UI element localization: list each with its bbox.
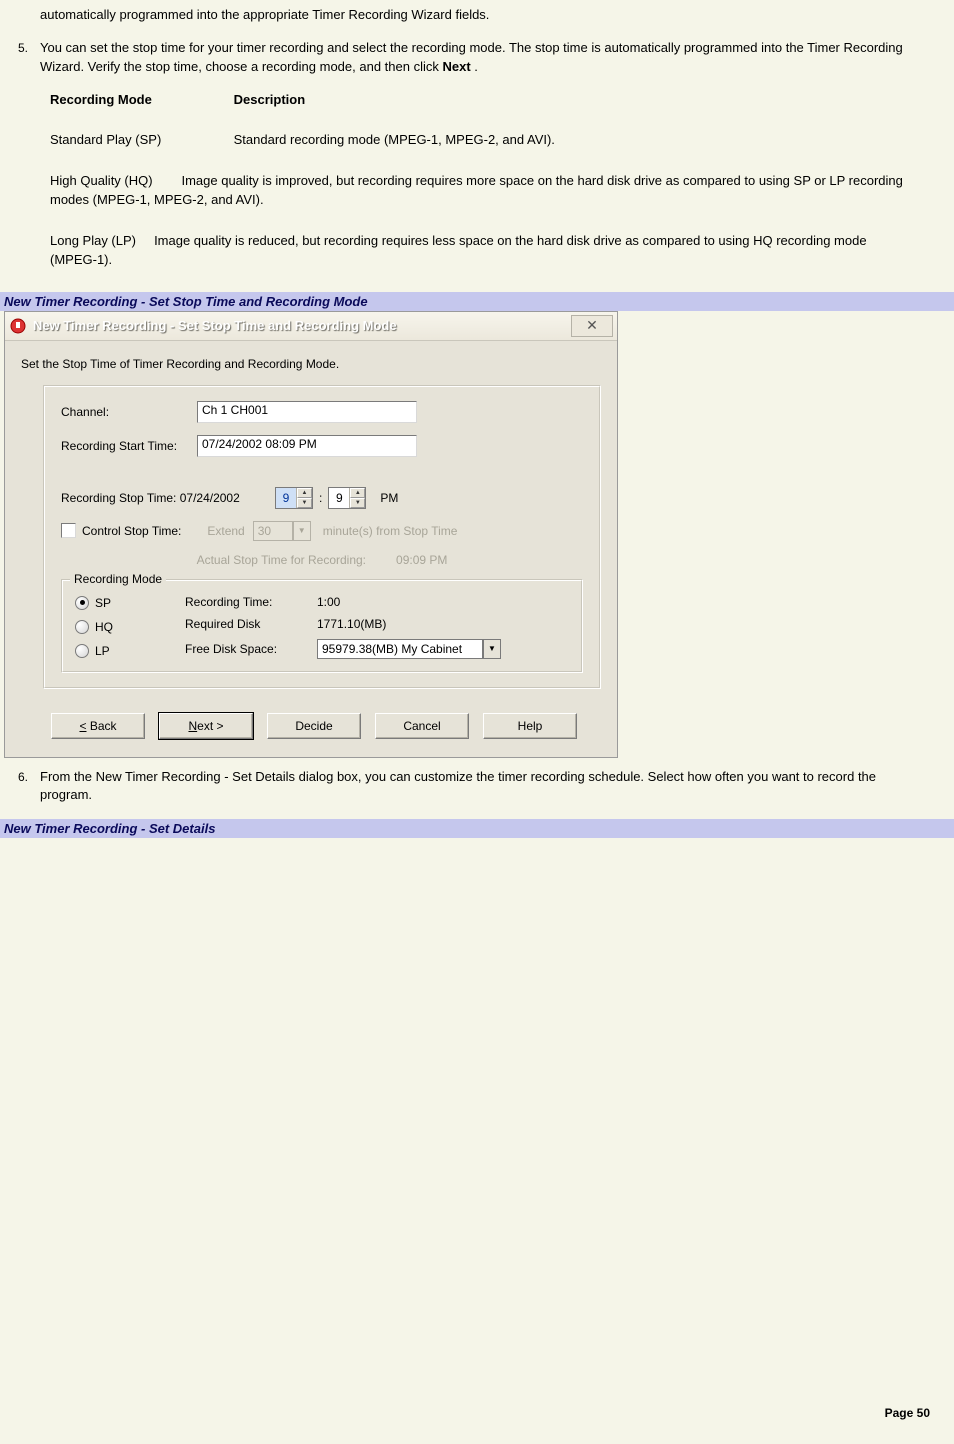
dialog-new-timer-recording: New Timer Recording - Set Stop Time and … xyxy=(4,311,618,758)
step5-text: You can set the stop time for your timer… xyxy=(40,40,903,74)
stop-minute-spinner[interactable]: 9 ▲ ▼ xyxy=(328,487,366,509)
recording-mode-table: Recording Mode Description Standard Play… xyxy=(50,91,904,270)
start-time-label: Recording Start Time: xyxy=(61,439,197,453)
td-hq-name: High Quality (HQ) xyxy=(50,173,153,188)
chevron-down-icon[interactable]: ▼ xyxy=(483,639,501,659)
td-sp-desc: Standard recording mode (MPEG-1, MPEG-2,… xyxy=(234,132,555,147)
chevron-down-icon: ▼ xyxy=(293,521,311,541)
channel-field[interactable]: Ch 1 CH001 xyxy=(197,401,417,423)
spin-down-icon[interactable]: ▼ xyxy=(350,498,365,508)
app-icon xyxy=(9,317,27,335)
close-button[interactable]: ✕ xyxy=(571,315,613,337)
back-button[interactable]: < Back xyxy=(51,713,145,739)
decide-button[interactable]: Decide xyxy=(267,713,361,739)
td-lp-name: Long Play (LP) xyxy=(50,233,136,248)
list-marker-5: 5. xyxy=(18,40,28,57)
radio-sp[interactable]: SP xyxy=(75,596,185,610)
stop-hour-spinner[interactable]: 9 ▲ ▼ xyxy=(275,487,313,509)
radio-lp[interactable]: LP xyxy=(75,644,185,658)
channel-label: Channel: xyxy=(61,405,197,419)
th-mode: Recording Mode xyxy=(50,91,230,110)
start-time-field[interactable]: 07/24/2002 08:09 PM xyxy=(197,435,417,457)
td-lp-desc: Image quality is reduced, but recording … xyxy=(50,233,867,267)
cancel-button[interactable]: Cancel xyxy=(375,713,469,739)
spin-up-icon[interactable]: ▲ xyxy=(350,488,365,498)
group-title: Recording Mode xyxy=(70,572,166,586)
next-button[interactable]: Next > xyxy=(159,713,253,739)
figure-caption-stop-time: New Timer Recording - Set Stop Time and … xyxy=(0,292,954,311)
recording-time-label: Recording Time: xyxy=(185,595,317,609)
control-stop-time-checkbox[interactable] xyxy=(61,523,76,538)
fragment-prev-step-cont: automatically programmed into the approp… xyxy=(40,6,914,25)
help-button[interactable]: Help xyxy=(483,713,577,739)
control-stop-time-label: Control Stop Time: xyxy=(82,524,181,538)
stop-time-label: Recording Stop Time: 07/24/2002 xyxy=(61,491,275,505)
actual-stop-label: Actual Stop Time for Recording: xyxy=(197,553,366,567)
required-disk-label: Required Disk xyxy=(185,617,317,631)
figure-caption-set-details: New Timer Recording - Set Details xyxy=(0,819,954,838)
dialog-title: New Timer Recording - Set Stop Time and … xyxy=(33,318,571,333)
dialog-instruction: Set the Stop Time of Timer Recording and… xyxy=(21,357,601,371)
radio-hq[interactable]: HQ xyxy=(75,620,185,634)
ampm-label: PM xyxy=(380,491,398,505)
extend-label: Extend xyxy=(207,524,244,538)
free-disk-dropdown[interactable]: 95979.38(MB) My Cabinet ▼ xyxy=(317,639,501,659)
list-marker-6: 6. xyxy=(18,769,28,786)
actual-stop-value: 09:09 PM xyxy=(396,553,447,567)
spin-up-icon[interactable]: ▲ xyxy=(297,488,312,498)
step6-text: From the New Timer Recording - Set Detai… xyxy=(40,769,876,803)
titlebar[interactable]: New Timer Recording - Set Stop Time and … xyxy=(5,312,617,341)
td-sp-name: Standard Play (SP) xyxy=(50,131,230,150)
close-icon: ✕ xyxy=(586,317,598,334)
page-number: Page 50 xyxy=(0,1398,954,1424)
th-desc: Description xyxy=(234,92,306,107)
recording-time-value: 1:00 xyxy=(317,595,517,609)
extend-dropdown: 30 ▼ xyxy=(253,521,311,541)
extend-suffix: minute(s) from Stop Time xyxy=(323,524,458,538)
recording-mode-group: Recording Mode SP xyxy=(61,579,583,673)
free-disk-label: Free Disk Space: xyxy=(185,642,317,656)
spin-down-icon[interactable]: ▼ xyxy=(297,498,312,508)
td-hq-desc: Image quality is improved, but recording… xyxy=(50,173,903,207)
required-disk-value: 1771.10(MB) xyxy=(317,617,517,631)
